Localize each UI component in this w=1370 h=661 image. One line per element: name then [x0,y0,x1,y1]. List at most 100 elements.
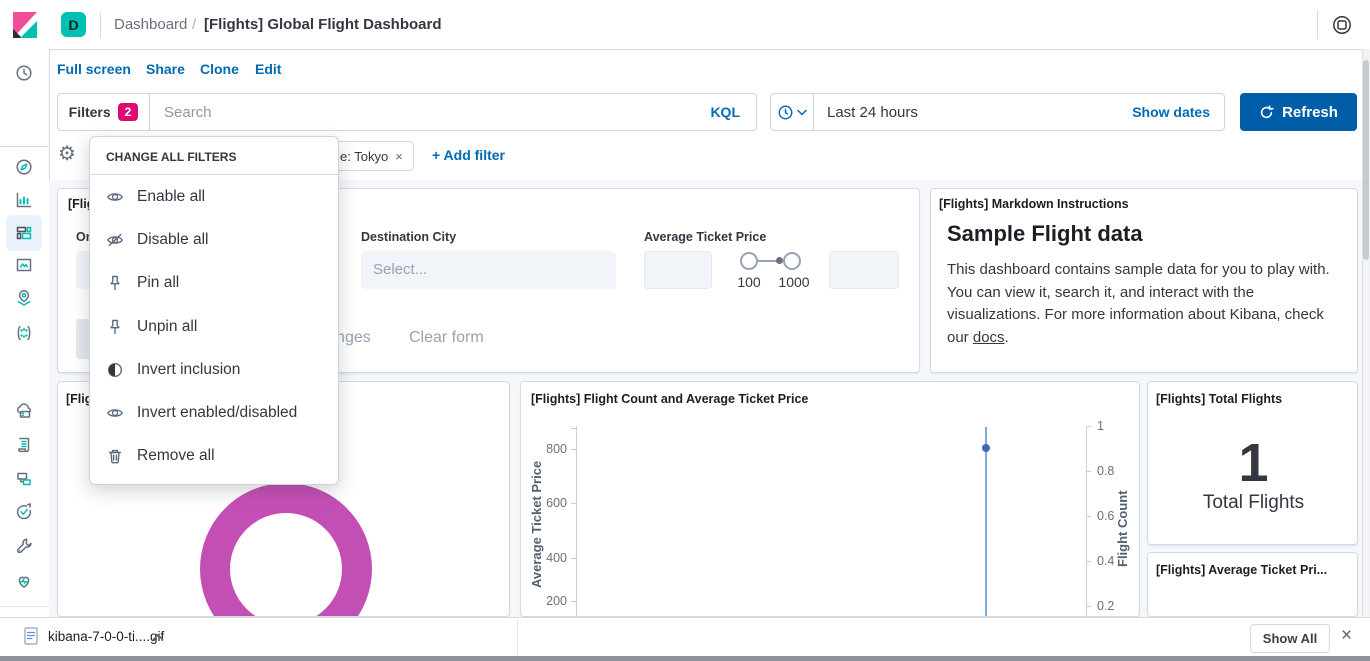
markdown-body: This dashboard contains sample data for … [947,259,1345,349]
right-axis-tick [1086,606,1091,607]
destination-city-select[interactable]: Select... [361,251,616,289]
left-tick-800: 800 [535,442,567,456]
menu-item-label: Enable all [137,188,205,206]
filter-pill-close-icon[interactable]: × [395,149,403,164]
right-axis-tick [1086,516,1091,517]
right-axis-tick [1086,471,1091,472]
filters-menu-button[interactable]: Filters 2 [58,94,150,130]
panel-markdown-title: [Flights] Markdown Instructions [939,197,1129,211]
search-input[interactable]: Search [150,104,710,121]
panel-line-chart: [Flights] Flight Count and Average Ticke… [520,381,1140,617]
menu-item-invert-inclusion[interactable]: Invert inclusion [90,348,338,391]
range-slider-handle-max[interactable] [783,252,801,270]
menu-item-invert-enabled-disabled[interactable]: Invert enabled/disabled [90,391,338,434]
sidebar-divider [0,146,49,147]
time-picker-quick-menu-button[interactable] [771,94,814,130]
sidebar-item-maps[interactable] [6,280,42,316]
avg-ticket-price-point[interactable] [982,444,990,452]
markdown-text-end: . [1005,329,1009,346]
full-screen-button[interactable]: Full screen [57,61,131,77]
range-slider-dot [776,257,783,264]
sidebar-item-dashboard[interactable] [6,215,42,251]
left-axis-line [576,426,577,617]
sidebar-item-visualize[interactable] [6,182,42,218]
kibana-dashboard-screen: D Dashboard / [Flights] Global Flight Da… [0,0,1370,661]
right-tick-0-4: 0.4 [1097,554,1114,568]
menu-item-unpin-all[interactable]: Unpin all [90,305,338,348]
sidebar-item-machine-learning[interactable] [6,315,42,351]
pin-icon [106,274,124,292]
menu-item-label: Disable all [137,231,209,249]
filters-count-badge: 2 [118,103,139,121]
gear-icon[interactable]: ⚙ [58,144,76,164]
avg-ticket-price-label: Average Ticket Price [644,230,766,244]
change-all-filters-menu: CHANGE ALL FILTERS Enable all Disable al… [89,136,339,485]
show-all-downloads-button[interactable]: Show All [1250,624,1330,653]
pin-icon [106,318,124,336]
kql-toggle[interactable]: KQL [710,104,756,120]
donut-ring-slice[interactable] [215,498,357,617]
refresh-button[interactable]: Refresh [1240,93,1357,131]
invert-inclusion-icon [106,361,124,379]
right-tick-0-6: 0.6 [1097,509,1114,523]
panel-total-flights: [Flights] Total Flights 1 Total Flights [1147,381,1358,545]
docs-link[interactable]: docs [973,329,1005,346]
add-filter-button[interactable]: + Add filter [432,147,505,163]
refresh-icon [1259,105,1274,120]
price-max-input[interactable] [829,251,899,289]
menu-item-label: Invert inclusion [137,361,240,379]
kibana-logo-icon[interactable] [10,10,40,40]
filter-pill[interactable]: e: Tokyo × [329,141,414,171]
top-nav-bar: D Dashboard / [Flights] Global Flight Da… [0,0,1370,50]
sidebar-item-apm[interactable] [6,461,42,497]
left-tick-600: 600 [535,496,567,510]
menu-item-disable-all[interactable]: Disable all [90,218,338,261]
markdown-heading: Sample Flight data [947,221,1143,247]
share-button[interactable]: Share [146,61,185,77]
left-axis-tick [571,449,576,450]
space-avatar-badge[interactable]: D [61,12,86,37]
left-axis-tick [571,601,576,602]
breadcrumb-page-title: [Flights] Global Flight Dashboard [204,16,442,33]
sidebar-divider-bottom [0,606,49,607]
help-icon[interactable] [1331,14,1353,36]
breadcrumb-separator: / [192,16,196,33]
range-max-label: 1000 [772,274,816,290]
sidebar-item-logs[interactable] [6,427,42,463]
header-divider [100,12,101,38]
panel-line-chart-title: [Flights] Flight Count and Average Ticke… [531,392,808,406]
scrollbar-thumb[interactable] [1363,60,1369,260]
show-dates-button[interactable]: Show dates [1132,104,1224,120]
time-range-value[interactable]: Last 24 hours [814,104,1132,121]
clear-form-button[interactable]: Clear form [409,329,484,347]
search-bar-group: Filters 2 Search KQL [57,93,757,131]
sidebar-item-discover[interactable] [6,149,42,185]
downloaded-file-name[interactable]: kibana-7-0-0-ti....gif [48,629,164,644]
sidebar-item-canvas[interactable] [6,247,42,283]
edit-button[interactable]: Edit [255,61,281,77]
panel-avg-ticket-price: [Flights] Average Ticket Pri... [1147,552,1358,617]
sidebar-item-uptime[interactable] [6,494,42,530]
breadcrumb-app-link[interactable]: Dashboard [114,16,187,33]
right-tick-1: 1 [1097,419,1104,433]
price-min-input[interactable] [644,251,712,289]
download-bar-close-icon[interactable]: × [1341,625,1352,647]
menu-item-pin-all[interactable]: Pin all [90,262,338,305]
menu-item-remove-all[interactable]: Remove all [90,435,338,478]
eye-icon [106,188,124,206]
range-slider-handle-min[interactable] [740,252,758,270]
app-sidebar [0,49,50,617]
menu-item-enable-all[interactable]: Enable all [90,175,338,218]
sidebar-item-dev-tools[interactable] [6,528,42,564]
clone-button[interactable]: Clone [200,61,239,77]
sidebar-item-monitoring[interactable] [6,563,42,599]
header-divider-right [1317,10,1318,39]
download-caret-up-icon[interactable] [152,633,164,641]
flight-count-series-line[interactable] [985,427,987,617]
time-picker-group: Last 24 hours Show dates [770,93,1225,131]
sidebar-item-infrastructure[interactable] [6,393,42,429]
menu-item-label: Unpin all [137,318,197,336]
recent-clock-icon[interactable] [6,55,42,91]
filters-label: Filters [69,104,111,120]
range-min-label: 100 [734,274,764,290]
